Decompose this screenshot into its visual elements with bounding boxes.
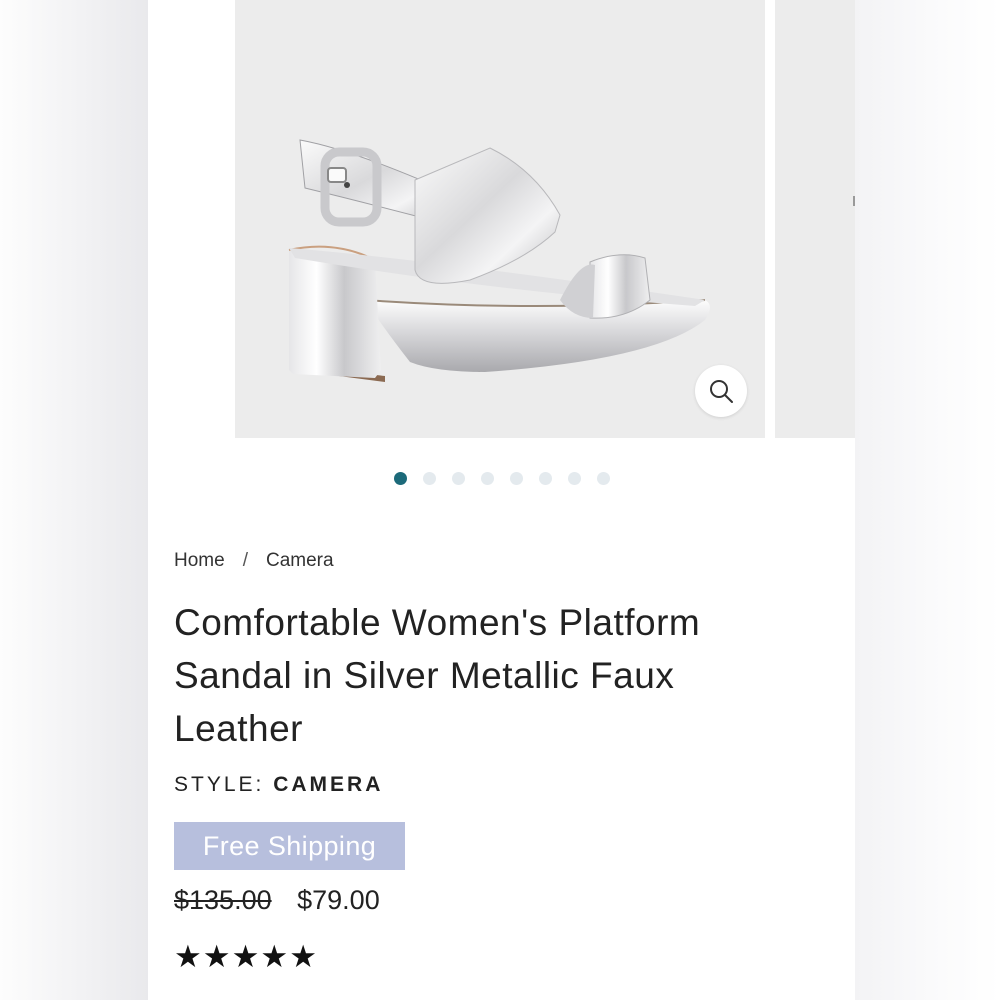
star-icon: ★ [260,939,290,975]
breadcrumb-separator: / [242,550,248,571]
pagination-dot[interactable] [596,472,610,485]
pagination-dot[interactable] [480,472,494,485]
breadcrumb: Home / Camera [174,550,334,572]
rating-stars[interactable]: ★ ★ ★ ★ ★ [174,942,318,973]
star-icon: ★ [202,939,232,975]
style-label: STYLE: [174,773,265,796]
pagination-dot[interactable] [451,472,465,485]
gallery-slide-next[interactable] [775,0,855,438]
star-icon: ★ [231,939,261,975]
pagination-dot[interactable] [393,472,407,485]
product-gallery[interactable] [148,0,855,440]
left-backdrop [0,0,148,1000]
next-slide-preview [853,196,855,206]
product-title: Comfortable Women's Platform Sandal in S… [174,602,701,749]
gallery-slide-current[interactable] [235,0,765,438]
zoom-button[interactable] [695,365,747,417]
free-shipping-badge: Free Shipping [174,822,405,870]
breadcrumb-home-link[interactable]: Home [174,550,225,572]
product-page: Home / Camera Comfortable Women's Platfo… [148,0,855,1000]
product-image [288,139,710,382]
pagination-dot[interactable] [509,472,523,485]
breadcrumb-current-link[interactable]: Camera [266,550,334,572]
original-price: $135.00 [174,885,272,915]
sale-price: $79.00 [297,885,380,915]
star-icon: ★ [289,939,318,975]
search-icon [710,380,733,403]
product-style: STYLE: CAMERA [174,773,383,797]
price-block: $135.00 $79.00 [174,885,380,916]
pagination-dot[interactable] [538,472,552,485]
style-value: CAMERA [273,773,384,796]
pagination-dot[interactable] [567,472,581,485]
pagination-dot[interactable] [422,472,436,485]
star-icon: ★ [174,939,203,975]
gallery-pagination [148,472,855,488]
right-backdrop [855,0,1000,1000]
